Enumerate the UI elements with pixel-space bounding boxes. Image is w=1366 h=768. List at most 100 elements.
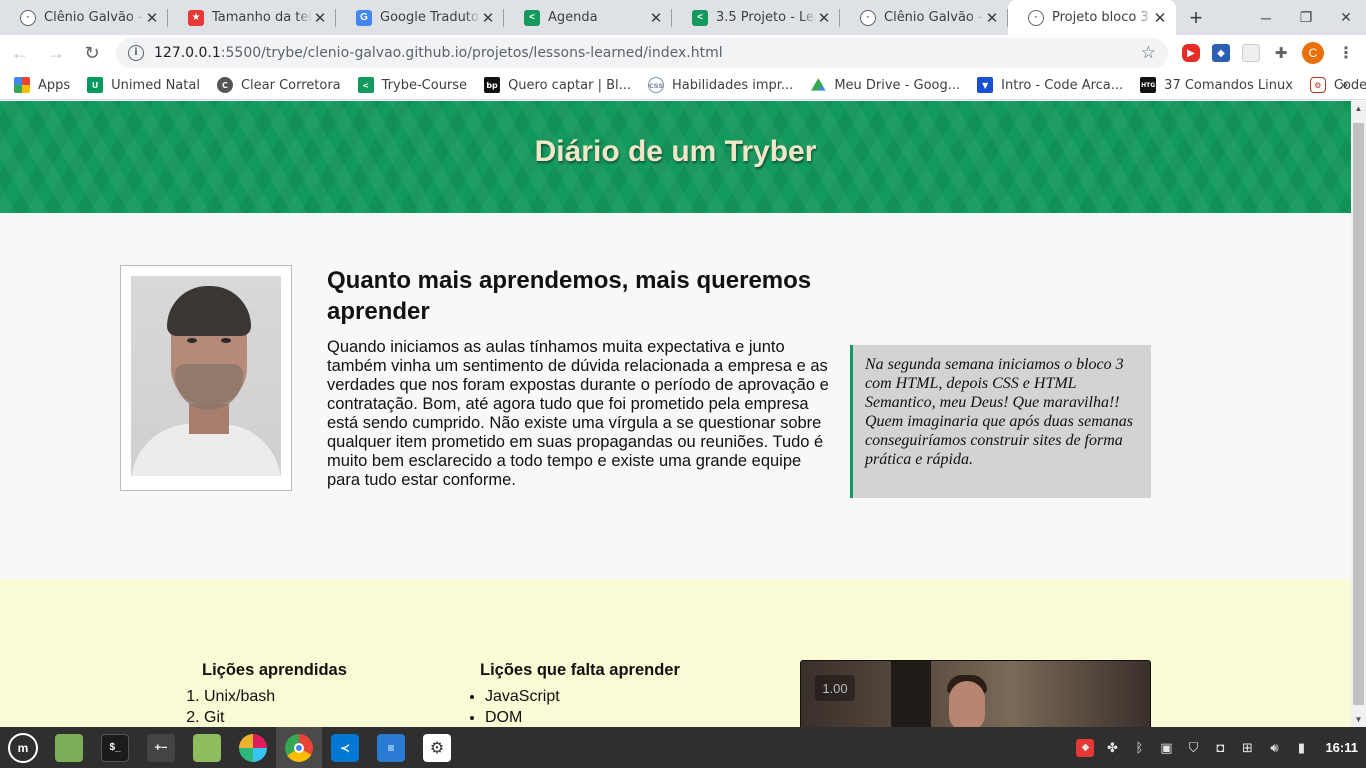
youtube-extension-icon[interactable]: ▶ [1182,44,1200,62]
close-icon[interactable]: ✕ [144,9,160,27]
bluetooth-icon[interactable]: ᛒ [1130,739,1148,757]
battery-icon[interactable]: ▮ [1292,739,1310,757]
bookmark-item[interactable]: ▼ Intro - Code Arca... [977,77,1123,93]
shield-icon[interactable]: ⛉ [1184,739,1202,757]
files-folder-icon [193,733,221,762]
taskbar-settings[interactable]: ⚙ [414,727,460,768]
close-icon[interactable]: ✕ [1152,9,1168,27]
menu-dots-icon[interactable]: ⋮ [1336,43,1356,63]
close-icon[interactable]: ✕ [984,9,1000,27]
bookmark-item[interactable]: ⚙ Codewars [1309,77,1366,93]
chevron-right-double-icon[interactable]: » [1340,76,1348,93]
close-window-icon[interactable]: ✕ [1326,0,1366,35]
tab-title: Tamanho da tela d [212,10,312,25]
taskbar-terminal[interactable]: $_ [92,727,138,768]
close-icon[interactable]: ✕ [648,9,664,27]
bookmark-label: Clear Corretora [240,77,341,93]
slack-tray-icon[interactable]: ✤ [1103,739,1121,757]
clipboard-icon[interactable]: ▣ [1157,739,1175,757]
browser-tab[interactable]: G Google Tradutor ✕ [336,0,504,35]
bookmark-label: Apps [38,77,71,93]
back-arrow-icon[interactable]: ← [4,37,36,69]
puzzle-icon[interactable]: ✚ [1272,44,1290,62]
restore-icon[interactable]: ❐ [1286,0,1326,35]
tab-title: Projeto bloco 3 [1052,10,1149,25]
learned-list: Unix/bash Git [182,686,347,727]
browser-toolbar: ← → ↻ i 127.0.0.1:5500/trybe/clenio-galv… [0,35,1366,71]
learned-column: Lições aprendidas Unix/bash Git [202,661,347,727]
bookmark-label: Unimed Natal [111,77,200,93]
tab-title: 3.5 Projeto - Lesso [716,10,816,25]
extension-icon[interactable] [1242,44,1260,62]
bookmark-label: Trybe-Course [381,77,468,93]
close-icon[interactable]: ✕ [816,9,832,27]
scroll-up-arrow-icon[interactable]: ▲ [1351,101,1366,116]
calculator-icon: +− [147,733,175,762]
minimize-icon[interactable]: ─ [1246,0,1286,35]
browser-tab-active[interactable]: · Projeto bloco 3 ✕ [1008,0,1176,35]
anydesk-icon[interactable]: ◆ [1076,738,1095,757]
close-icon[interactable]: ✕ [312,9,328,27]
scrollbar-thumb[interactable] [1353,123,1364,705]
mint-menu-button[interactable]: m [0,727,46,768]
taskbar-files[interactable] [184,727,230,768]
to-learn-list: JavaScript DOM [463,686,680,727]
browser-tab[interactable]: ★ Tamanho da tela d ✕ [168,0,336,35]
video-player[interactable]: 1.00 [800,660,1151,727]
list-item: Unix/bash [204,686,347,707]
list-item: DOM [485,707,680,727]
scroll-down-arrow-icon[interactable]: ▼ [1351,712,1366,727]
network-icon[interactable]: ⊞ [1238,739,1256,757]
bookmark-item[interactable]: < Trybe-Course [357,77,468,93]
taskbar-slack[interactable] [230,727,276,768]
taskbar-text-editor[interactable]: ≡ [368,727,414,768]
profile-photo [131,276,281,476]
address-bar[interactable]: i 127.0.0.1:5500/trybe/clenio-galvao.git… [116,38,1168,68]
taskbar-show-desktop[interactable] [46,727,92,768]
bookmark-item[interactable]: U Unimed Natal [87,77,200,93]
tab-title: Clênio Galvão - W [884,10,984,25]
new-tab-button[interactable]: + [1176,0,1216,35]
bookmark-item[interactable]: HTG 37 Comandos Linux [1140,77,1293,93]
forward-arrow-icon[interactable]: → [40,37,72,69]
unimed-icon: U [87,77,104,93]
trybe-icon: < [524,9,540,26]
red-square-icon: ★ [188,9,204,26]
bookmark-item[interactable]: css Habilidades impr... [648,77,793,93]
taskbar-vscode[interactable]: ≺ [322,727,368,768]
close-icon[interactable]: ✕ [480,9,496,27]
browser-tab[interactable]: · Clênio Galvão - W ✕ [0,0,168,35]
browser-tab[interactable]: < Agenda ✕ [504,0,672,35]
extensions-area: ▶ ◆ ✚ C ⋮ [1182,42,1356,64]
browser-tab[interactable]: · Clênio Galvão - W ✕ [840,0,1008,35]
bookmark-label: 37 Comandos Linux [1164,77,1293,93]
taskbar-calculator[interactable]: +− [138,727,184,768]
taskbar-chrome[interactable] [276,727,322,768]
bookmark-label: Habilidades impr... [672,77,794,93]
slack-icon [239,733,267,762]
extension-icon[interactable]: ◆ [1212,44,1230,62]
screen-icon[interactable]: ◘ [1211,739,1229,757]
clock[interactable]: 16:11 [1325,740,1358,755]
google-translate-icon: G [356,9,372,26]
tab-title: Clênio Galvão - W [44,10,144,25]
page-title: Diário de um Tryber [534,135,817,168]
globe-icon: · [860,9,876,26]
bookmark-item[interactable]: C Clear Corretora [216,77,341,93]
bookmark-apps[interactable]: Apps [14,77,70,93]
playback-speed-badge[interactable]: 1.00 [815,675,855,701]
system-tray: ◆ ✤ ᛒ ▣ ⛉ ◘ ⊞ 🔊︎ ▮ 16:11 [1076,727,1366,768]
volume-icon[interactable]: 🔊︎ [1265,739,1283,757]
info-icon[interactable]: i [128,45,144,61]
desktop-folder-icon [55,733,83,762]
bookmark-item[interactable]: bp Quero captar | Bl... [484,77,631,93]
profile-avatar[interactable]: C [1302,42,1324,64]
page-scrollbar[interactable]: ▲ ▼ [1351,101,1366,727]
list-item: JavaScript [485,686,680,707]
bookmark-item[interactable]: Meu Drive - Goog... [810,77,960,93]
browser-tab[interactable]: < 3.5 Projeto - Lesso ✕ [672,0,840,35]
bookmark-star-icon[interactable]: ☆ [1141,43,1156,63]
tab-title: Agenda [548,10,598,25]
apps-grid-icon [14,77,30,93]
reload-icon[interactable]: ↻ [76,37,108,69]
